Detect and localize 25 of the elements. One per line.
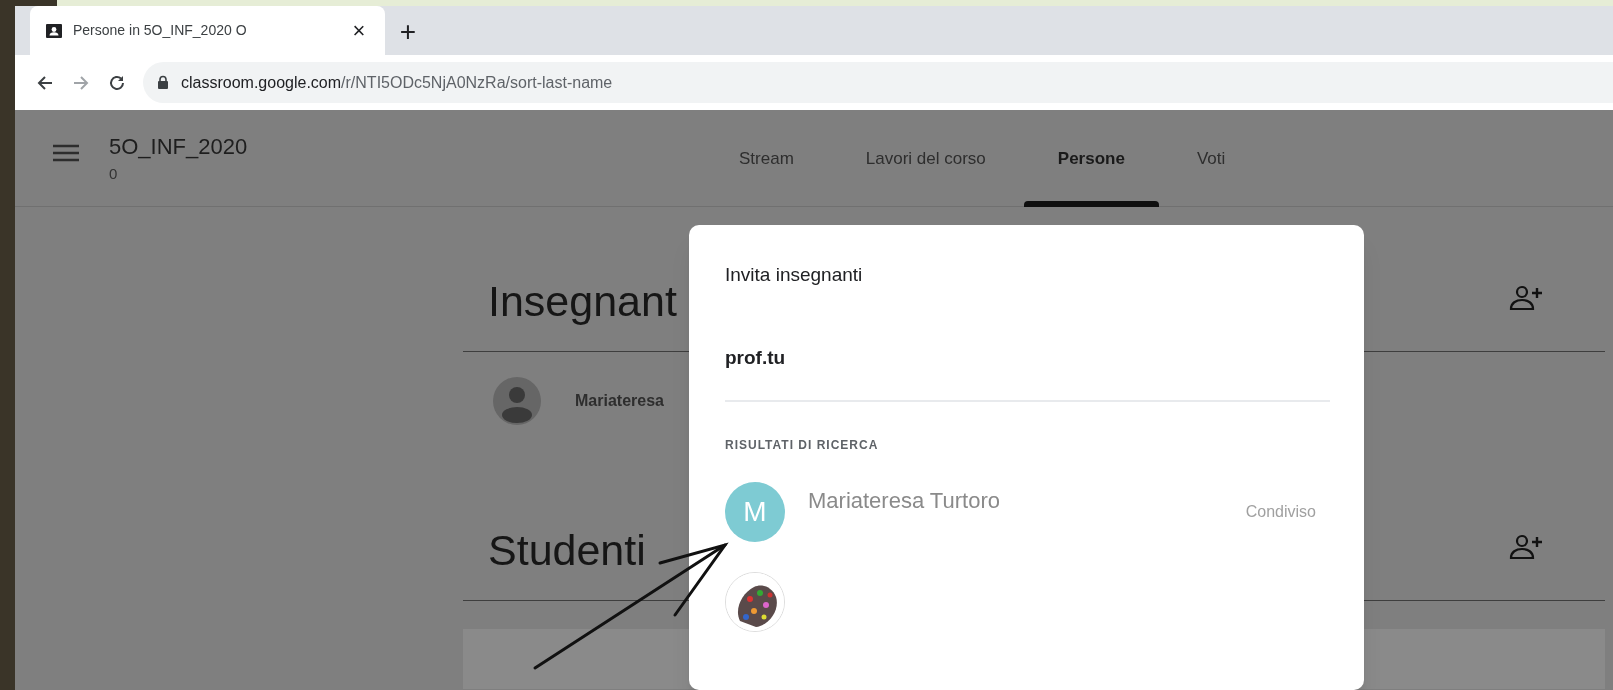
class-title: 5O_INF_2020 (109, 133, 248, 161)
nav-tab[interactable]: Persone (1021, 110, 1161, 207)
lock-icon (157, 75, 169, 90)
contact-card-icon (45, 22, 63, 39)
member-name: Mariateresa (575, 391, 664, 411)
nav-tab[interactable]: Lavori del corso (829, 110, 1022, 207)
avatar-initial: M (725, 481, 785, 542)
url-text: classroom.google.com/r/NTI5ODc5NjA0NzRa/sort-last-name (181, 72, 613, 93)
section-heading: Insegnant (488, 280, 677, 323)
address-bar[interactable]: classroom.google.com/r/NTI5ODc5NjA0NzRa/sort-last-name (143, 62, 1613, 103)
new-tab-button[interactable]: + (393, 17, 423, 47)
close-tab-button[interactable]: × (348, 19, 370, 42)
avatar-icon (493, 377, 541, 425)
result-status: Condiviso (1245, 501, 1316, 522)
menu-icon[interactable] (53, 143, 79, 163)
class-subtitle: 0 (109, 164, 119, 184)
results-label: RISULTATI DI RICERCA (725, 436, 880, 454)
tab-title: Persone in 5O_INF_2020 O (73, 21, 248, 40)
email-field[interactable]: prof.tu (725, 337, 1330, 402)
browser-tab[interactable]: Persone in 5O_INF_2020 O × (30, 6, 385, 55)
dialog-title: Invita insegnanti (725, 263, 864, 287)
add-person-icon[interactable] (1509, 534, 1543, 560)
add-person-icon[interactable] (1509, 285, 1543, 311)
result-name: Mariateresa Turtoro (808, 486, 1001, 515)
section-heading: Studenti (488, 529, 646, 572)
